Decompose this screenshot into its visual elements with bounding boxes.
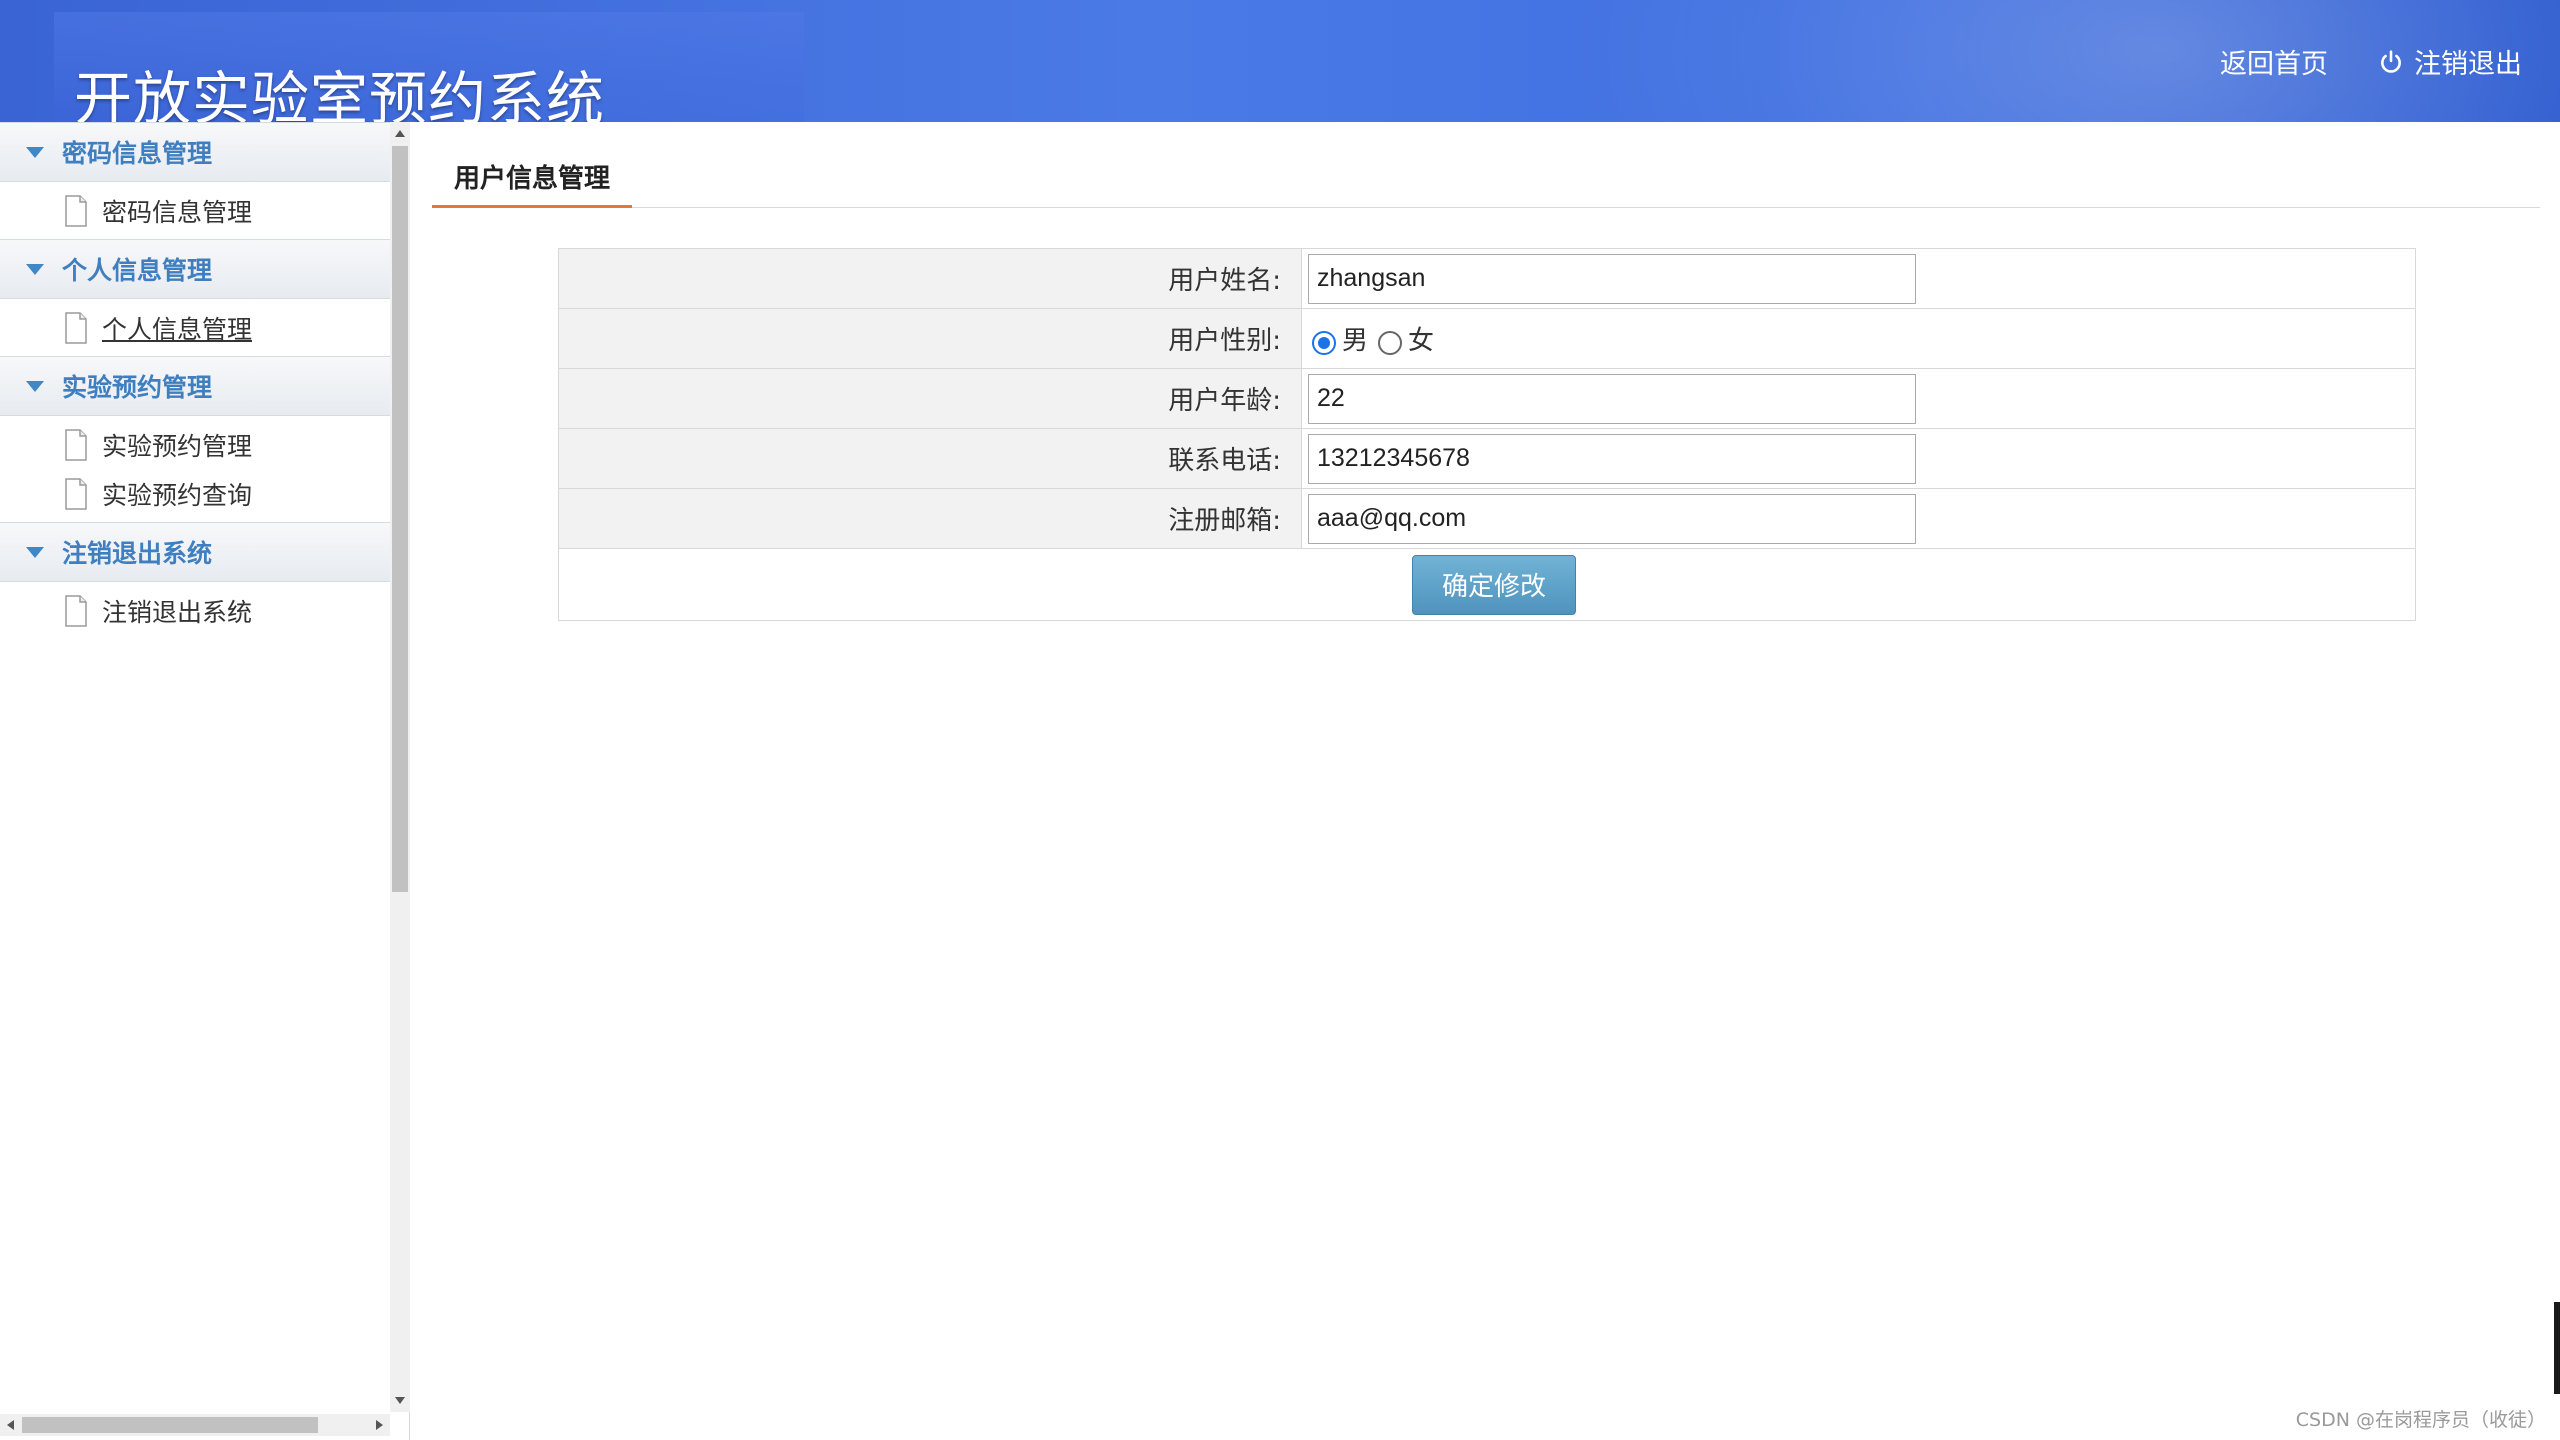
logout-link[interactable]: 注销退出 bbox=[2378, 42, 2522, 81]
home-link[interactable]: 返回首页 bbox=[2220, 42, 2328, 81]
gender-male-label: 男 bbox=[1342, 326, 1369, 356]
collapse-triangle-icon bbox=[26, 263, 44, 275]
top-header: 开放实验室预约系统 返回首页 注销退出 bbox=[0, 0, 2560, 122]
form-row-action: 确定修改 bbox=[558, 548, 2416, 621]
phone-input[interactable] bbox=[1308, 433, 1916, 484]
sidebar-group-title: 注销退出系统 bbox=[62, 539, 213, 568]
phone-label: 联系电话: bbox=[558, 428, 1302, 489]
sidebar-group-title: 实验预约管理 bbox=[62, 373, 213, 402]
scroll-right-arrow-icon[interactable] bbox=[376, 1420, 383, 1430]
sidebar-horizontal-scrollbar[interactable] bbox=[0, 1414, 390, 1436]
tab-user-info[interactable]: 用户信息管理 bbox=[432, 146, 633, 208]
sidebar: 密码信息管理 密码信息管理 个人信息管理 个人信息管理 实验预约管理 实验预约管… bbox=[0, 122, 410, 1440]
app-title: 开放实验室预约系统 bbox=[74, 65, 606, 122]
phone-cell bbox=[1301, 428, 2416, 489]
document-icon bbox=[65, 477, 87, 510]
gender-female-label: 女 bbox=[1408, 326, 1435, 356]
header-links: 返回首页 注销退出 bbox=[2220, 42, 2522, 81]
email-cell bbox=[1301, 488, 2416, 549]
collapse-triangle-icon bbox=[26, 546, 44, 558]
sidebar-item-label: 个人信息管理 bbox=[102, 314, 253, 344]
scroll-up-arrow-icon[interactable] bbox=[395, 130, 405, 137]
sidebar-menu: 密码信息管理 密码信息管理 个人信息管理 个人信息管理 实验预约管理 实验预约管… bbox=[0, 122, 390, 1412]
sidebar-group-personal[interactable]: 个人信息管理 bbox=[0, 239, 390, 299]
collapse-triangle-icon bbox=[26, 146, 44, 158]
sidebar-group-items: 密码信息管理 bbox=[0, 182, 390, 239]
document-icon bbox=[65, 194, 87, 227]
sidebar-item-label: 实验预约管理 bbox=[102, 431, 253, 461]
sidebar-item-label: 注销退出系统 bbox=[102, 597, 253, 627]
power-icon bbox=[2381, 49, 2401, 73]
sidebar-group-title: 密码信息管理 bbox=[62, 139, 213, 168]
sidebar-item-label: 密码信息管理 bbox=[102, 197, 253, 227]
user-info-form: 用户姓名: 用户性别: 男 女 用户年龄: 联系电话: 注册邮箱: bbox=[558, 248, 2416, 621]
gender-female-radio[interactable] bbox=[1378, 330, 1403, 355]
email-input[interactable] bbox=[1308, 493, 1916, 544]
form-row-gender: 用户性别: 男 女 bbox=[558, 308, 2416, 369]
form-row-name: 用户姓名: bbox=[558, 248, 2416, 309]
scroll-down-arrow-icon[interactable] bbox=[395, 1397, 405, 1404]
sidebar-group-items: 个人信息管理 bbox=[0, 299, 390, 356]
age-label: 用户年龄: bbox=[558, 368, 1302, 429]
action-cell: 确定修改 bbox=[558, 548, 2416, 621]
form-row-phone: 联系电话: bbox=[558, 428, 2416, 489]
document-icon bbox=[65, 594, 87, 627]
sidebar-item-booking-manage[interactable]: 实验预约管理 bbox=[0, 420, 390, 469]
tab-bar: 用户信息管理 bbox=[432, 146, 2540, 208]
sidebar-group-logout[interactable]: 注销退出系统 bbox=[0, 522, 390, 582]
sidebar-group-items: 实验预约管理 实验预约查询 bbox=[0, 416, 390, 522]
form-row-email: 注册邮箱: bbox=[558, 488, 2416, 549]
gender-cell: 男 女 bbox=[1301, 308, 2416, 369]
sidebar-item-personal-info[interactable]: 个人信息管理 bbox=[0, 303, 390, 352]
edge-marker bbox=[2554, 1302, 2560, 1394]
age-cell bbox=[1301, 368, 2416, 429]
sidebar-item-password[interactable]: 密码信息管理 bbox=[0, 186, 390, 235]
name-input[interactable] bbox=[1308, 253, 1916, 304]
name-label: 用户姓名: bbox=[558, 248, 1302, 309]
scrollbar-thumb[interactable] bbox=[22, 1417, 318, 1433]
sidebar-group-title: 个人信息管理 bbox=[62, 256, 213, 285]
sidebar-item-booking-query[interactable]: 实验预约查询 bbox=[0, 469, 390, 518]
sidebar-item-logout[interactable]: 注销退出系统 bbox=[0, 586, 390, 635]
scroll-left-arrow-icon[interactable] bbox=[7, 1420, 14, 1430]
name-cell bbox=[1301, 248, 2416, 309]
confirm-edit-button[interactable]: 确定修改 bbox=[1412, 554, 1576, 615]
logout-link-label: 注销退出 bbox=[2414, 49, 2522, 80]
sidebar-group-lab-booking[interactable]: 实验预约管理 bbox=[0, 356, 390, 416]
age-input[interactable] bbox=[1308, 373, 1916, 424]
home-link-label: 返回首页 bbox=[2220, 49, 2328, 80]
watermark: CSDN @在岗程序员（收徒） bbox=[2295, 1409, 2546, 1431]
email-label: 注册邮箱: bbox=[558, 488, 1302, 549]
scrollbar-thumb[interactable] bbox=[392, 146, 408, 892]
collapse-triangle-icon bbox=[26, 380, 44, 392]
sidebar-group-items: 注销退出系统 bbox=[0, 582, 390, 639]
gender-label: 用户性别: bbox=[558, 308, 1302, 369]
document-icon bbox=[65, 428, 87, 461]
document-icon bbox=[65, 311, 87, 344]
sidebar-item-label: 实验预约查询 bbox=[102, 480, 253, 510]
form-row-age: 用户年龄: bbox=[558, 368, 2416, 429]
gender-radio-group: 男 女 bbox=[1308, 320, 2415, 357]
sidebar-vertical-scrollbar[interactable] bbox=[390, 122, 410, 1412]
gender-male-radio[interactable] bbox=[1312, 330, 1336, 355]
sidebar-group-password[interactable]: 密码信息管理 bbox=[0, 122, 390, 182]
